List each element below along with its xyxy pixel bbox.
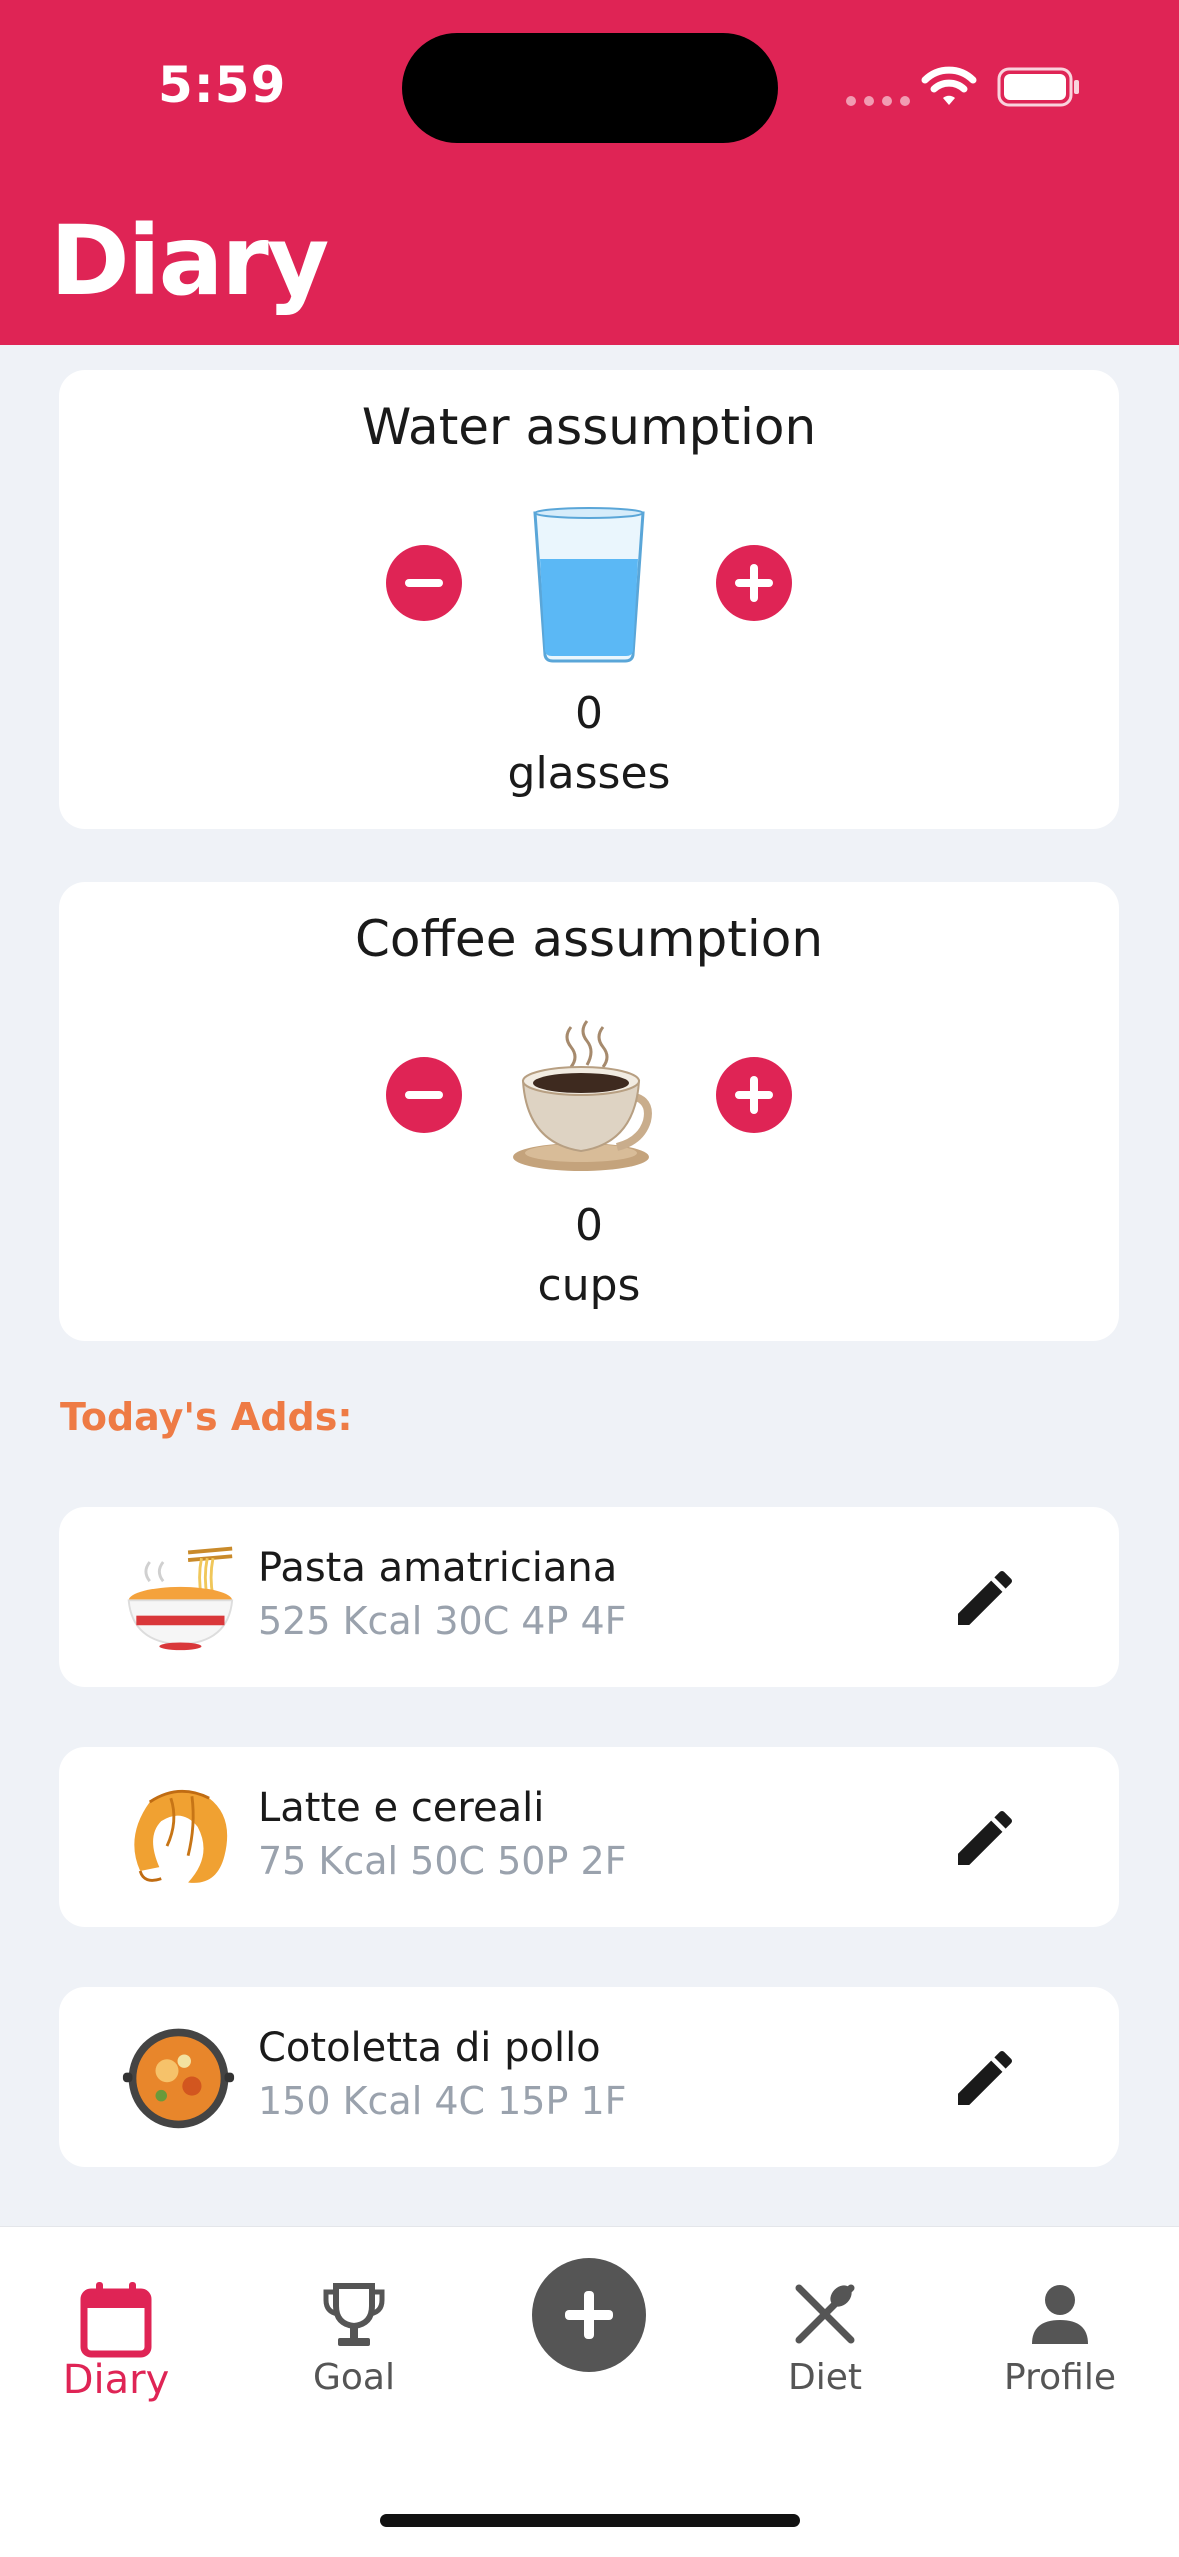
water-glass-icon bbox=[533, 507, 645, 663]
coffee-increase-button[interactable] bbox=[716, 1057, 792, 1133]
dynamic-island bbox=[402, 33, 778, 143]
coffee-card: Coffee assumption 0 cups bbox=[59, 882, 1119, 1341]
water-card: Water assumption 0 glasses bbox=[59, 370, 1119, 829]
trophy-icon bbox=[323, 2283, 385, 2346]
tab-goal[interactable]: Goal bbox=[264, 2227, 444, 2427]
food-macros: 525 Kcal 30C 4P 4F bbox=[258, 1599, 627, 1643]
coffee-cup-icon bbox=[513, 1020, 652, 1171]
noodle-bowl-icon bbox=[127, 1546, 234, 1651]
coffee-count: 0 bbox=[575, 1200, 603, 1251]
food-name: Cotoletta di pollo bbox=[258, 2025, 601, 2071]
calendar-icon bbox=[80, 2282, 152, 2358]
croissant-icon bbox=[134, 1789, 228, 1883]
food-macros: 150 Kcal 4C 15P 1F bbox=[258, 2079, 627, 2123]
tab-profile[interactable]: Profile bbox=[970, 2227, 1150, 2427]
paella-pan-icon bbox=[122, 2028, 235, 2129]
tab-label: Profile bbox=[1004, 2357, 1116, 2398]
tab-diary[interactable]: Diary bbox=[26, 2227, 206, 2427]
wifi-icon bbox=[921, 66, 977, 105]
edit-pencil-icon[interactable] bbox=[949, 2042, 1021, 2114]
water-unit: glasses bbox=[507, 748, 671, 799]
plus-icon bbox=[565, 2291, 613, 2339]
app-header: 5:59 Diary bbox=[0, 0, 1179, 345]
battery-icon bbox=[997, 67, 1079, 107]
home-indicator bbox=[380, 2514, 800, 2527]
add-button[interactable] bbox=[532, 2258, 646, 2372]
water-title: Water assumption bbox=[361, 398, 817, 456]
coffee-decrease-button[interactable] bbox=[386, 1057, 462, 1133]
water-decrease-button[interactable] bbox=[386, 545, 462, 621]
bottom-tab-bar: Diary Goal Diet Profile bbox=[0, 2226, 1179, 2557]
page-title: Diary bbox=[50, 205, 329, 317]
coffee-title: Coffee assumption bbox=[354, 910, 824, 968]
food-macros: 75 Kcal 50C 50P 2F bbox=[258, 1839, 627, 1883]
tab-diet[interactable]: Diet bbox=[735, 2227, 915, 2427]
food-name: Latte e cereali bbox=[258, 1785, 545, 1831]
fork-knife-icon bbox=[795, 2284, 855, 2344]
tab-label: Diet bbox=[788, 2357, 862, 2398]
water-increase-button[interactable] bbox=[716, 545, 792, 621]
water-count: 0 bbox=[575, 688, 603, 739]
todays-adds-label: Today's Adds: bbox=[60, 1395, 353, 1439]
status-time: 5:59 bbox=[158, 56, 287, 114]
coffee-unit: cups bbox=[537, 1260, 641, 1311]
food-item-latte[interactable]: Latte e cereali 75 Kcal 50C 50P 2F bbox=[59, 1747, 1119, 1927]
tab-label: Goal bbox=[313, 2357, 395, 2398]
edit-pencil-icon[interactable] bbox=[949, 1802, 1021, 1874]
food-item-cotoletta[interactable]: Cotoletta di pollo 150 Kcal 4C 15P 1F bbox=[59, 1987, 1119, 2167]
tab-label: Diary bbox=[62, 2357, 170, 2403]
food-item-pasta[interactable]: Pasta amatriciana 525 Kcal 30C 4P 4F bbox=[59, 1507, 1119, 1687]
edit-pencil-icon[interactable] bbox=[949, 1562, 1021, 1634]
person-icon bbox=[1032, 2285, 1088, 2344]
food-name: Pasta amatriciana bbox=[258, 1545, 618, 1591]
signal-icon bbox=[846, 96, 910, 106]
